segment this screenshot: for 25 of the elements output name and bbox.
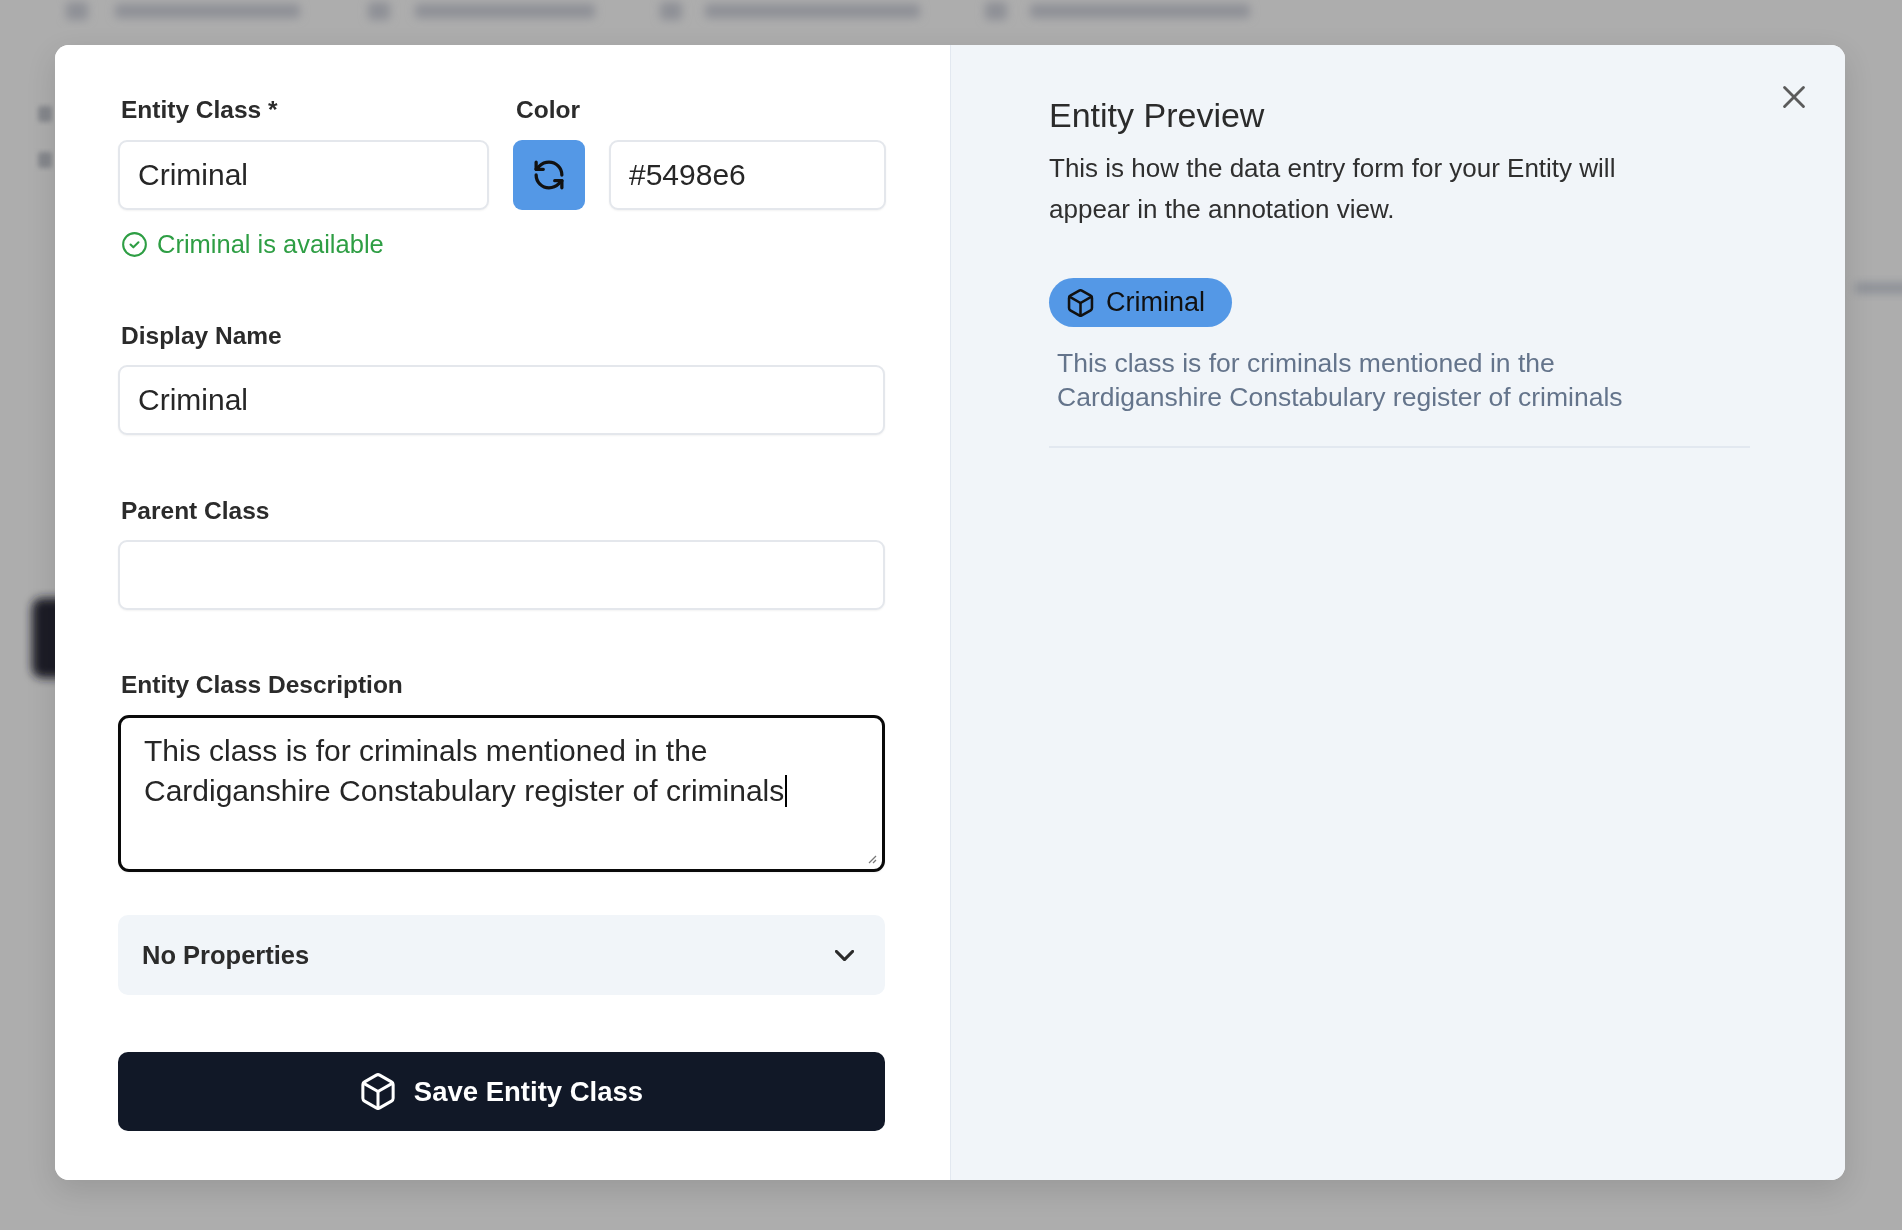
box-icon bbox=[359, 1073, 396, 1110]
field-label: Parent Class bbox=[120, 496, 270, 525]
text-cursor-icon bbox=[785, 775, 788, 807]
preview-intro: This is how the data entry form for your Entity will appear in the annotation view. bbox=[1049, 152, 1617, 226]
availability-message: Criminal is available bbox=[157, 229, 384, 259]
description-textarea[interactable]: This class is for criminals mentioned in the Cardiganshire Constabulary register of criminals bbox=[118, 715, 885, 872]
entity-badge: Criminal bbox=[1049, 278, 1232, 327]
field-label: Entity Class Description bbox=[120, 670, 403, 699]
refresh-icon bbox=[534, 160, 564, 190]
save-button[interactable]: Save Entity Class bbox=[118, 1052, 885, 1131]
text-input[interactable] bbox=[118, 540, 885, 610]
color-hex-input[interactable]: #5498e6 bbox=[609, 140, 886, 210]
properties-accordion[interactable]: No Properties bbox=[118, 915, 885, 995]
box-icon bbox=[1067, 288, 1094, 317]
field-label: Display Name bbox=[120, 321, 282, 350]
refresh-color-button[interactable] bbox=[513, 140, 585, 210]
check-circle-icon bbox=[122, 231, 147, 257]
field-label: Entity Class * bbox=[120, 95, 278, 124]
text-input[interactable]: Criminal bbox=[118, 140, 489, 210]
preview-description: This class is for criminals mentioned in the Cardiganshire Constabulary register of criminals bbox=[1057, 347, 1624, 414]
field-label: Color bbox=[515, 95, 580, 124]
close-icon bbox=[1783, 86, 1805, 108]
preview-title: Entity Preview bbox=[1049, 95, 1265, 136]
resize-handle-icon bbox=[867, 854, 877, 864]
text-input[interactable]: Criminal bbox=[118, 365, 885, 435]
